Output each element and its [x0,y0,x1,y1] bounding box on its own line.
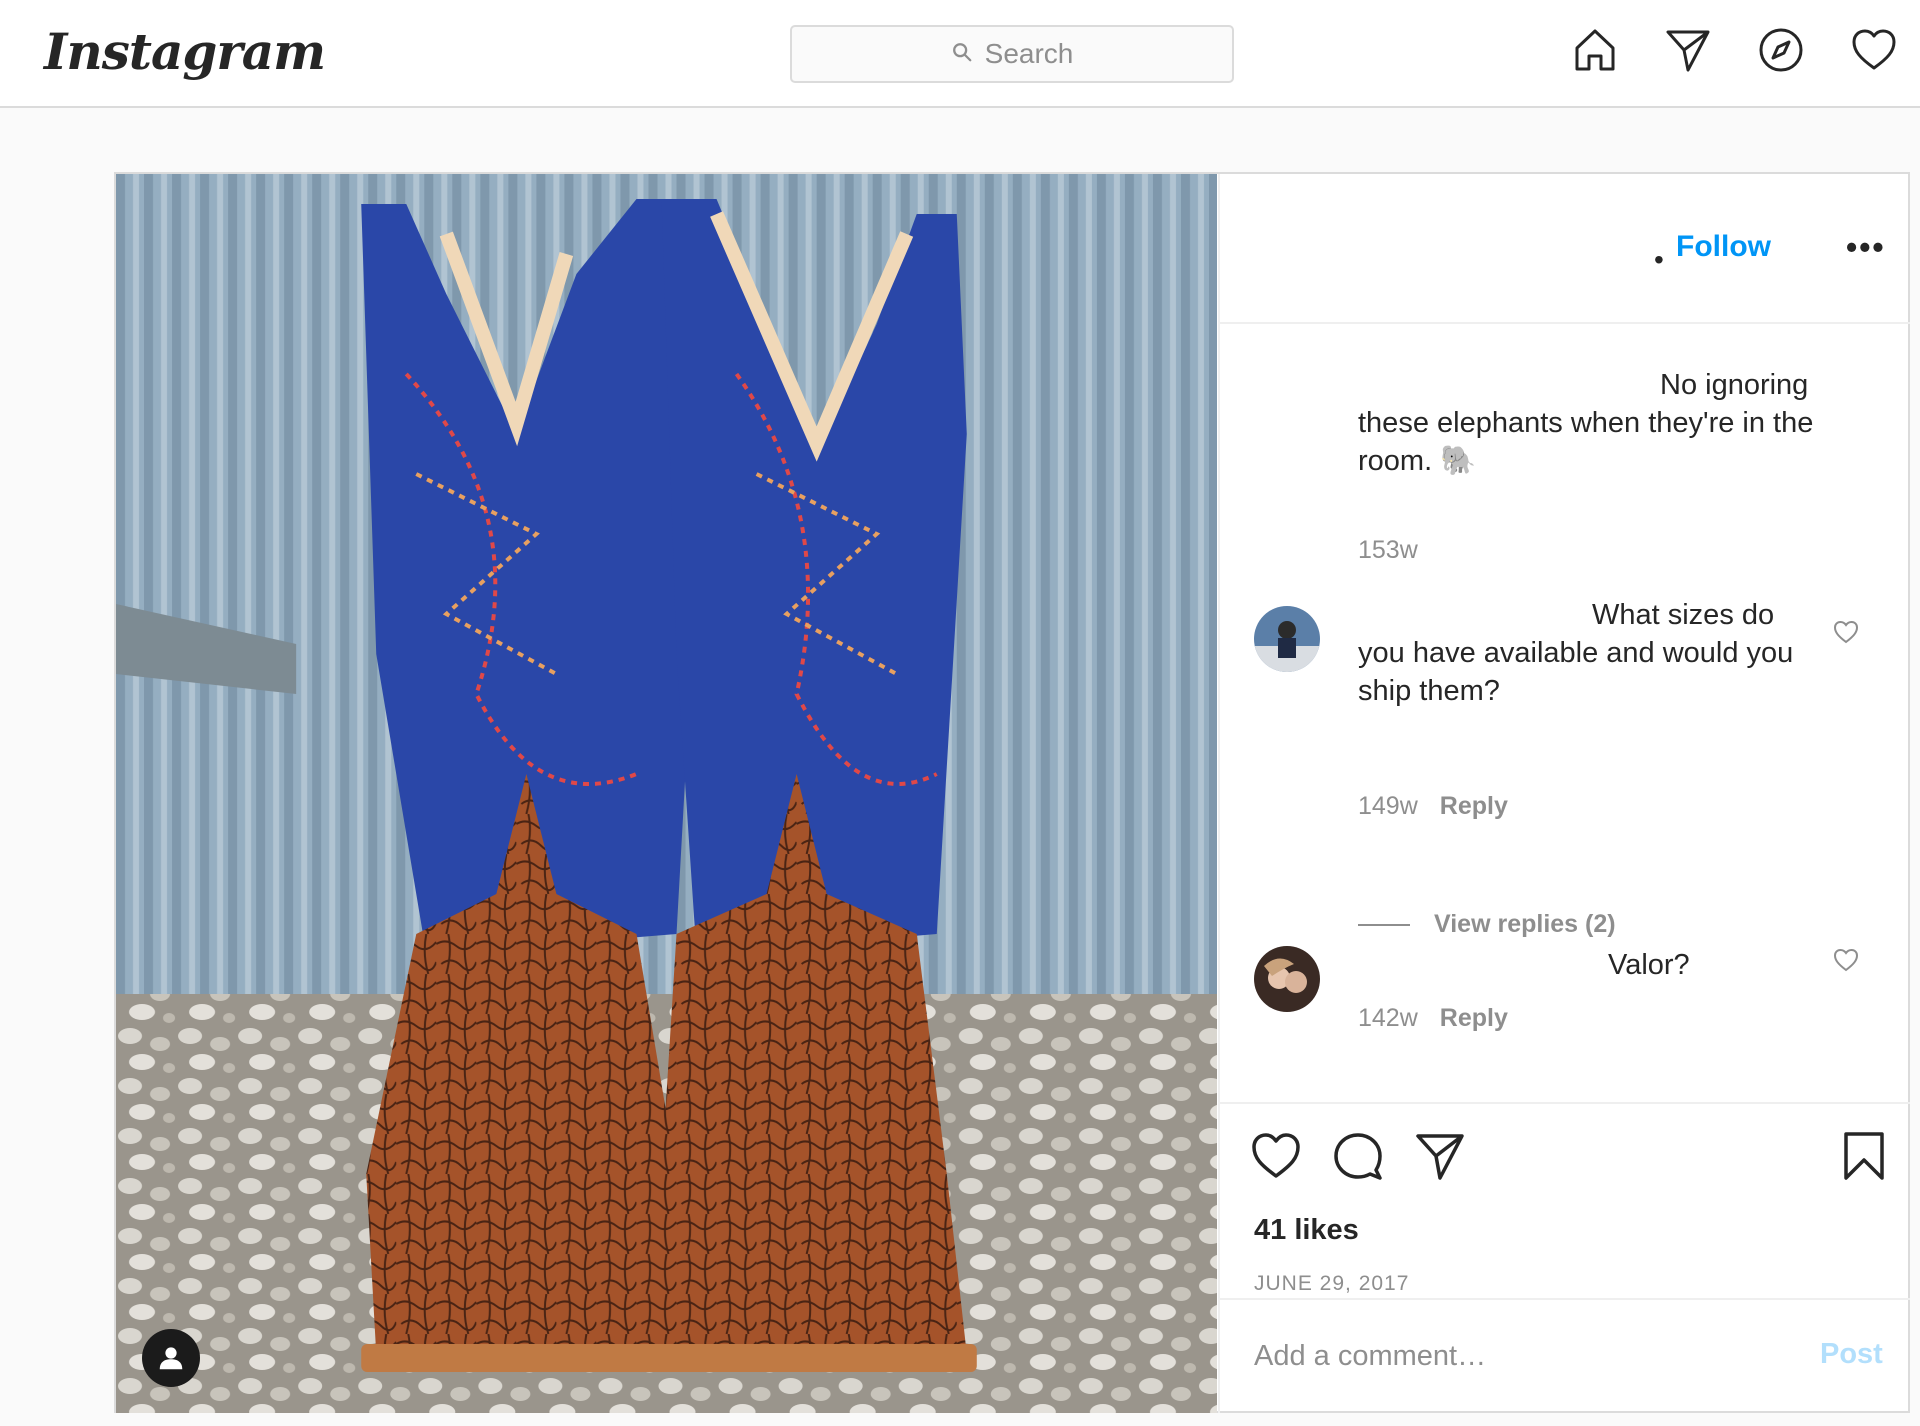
comment-text: Valor? [1358,946,1798,984]
post-comment-button[interactable]: Post [1820,1338,1883,1371]
comment-text-rest: you have available and would you ship th… [1358,637,1794,707]
activity-heart-icon[interactable] [1850,26,1898,74]
home-icon[interactable] [1571,26,1619,74]
comments-list[interactable]: No ignoring these elephants when they're… [1220,326,1910,1074]
search-box[interactable]: Search [790,25,1234,83]
reply-button[interactable]: Reply [1440,1004,1508,1032]
comment-like-heart-icon[interactable] [1832,946,1860,974]
caption-line-1: No ignoring [1660,369,1809,401]
post-sidebar: • Follow ••• No ignoring these elephants… [1218,174,1910,1413]
post-photo[interactable] [116,174,1217,1413]
header-dot-separator: • [1654,244,1664,275]
view-replies-label: View replies (2) [1434,910,1616,938]
comment-text-line-1: What sizes do [1592,599,1775,631]
comment-age: 142w [1358,1004,1418,1032]
comment-bubble-icon[interactable] [1332,1130,1384,1182]
top-navigation-bar: Instagram Search [0,0,1920,108]
comment-age: 149w [1358,792,1418,820]
comment-meta: 149w Reply [1358,792,1508,821]
post-date[interactable]: JUNE 29, 2017 [1254,1272,1409,1296]
save-bookmark-icon[interactable] [1838,1130,1890,1182]
search-placeholder: Search [984,38,1074,69]
commenter-avatar[interactable] [1254,946,1320,1012]
share-paper-plane-icon[interactable] [1414,1130,1466,1182]
caption-text: these elephants when they're in the room… [1358,407,1814,477]
add-comment-input[interactable] [1254,1330,1774,1382]
post-actions: 41 likes JUNE 29, 2017 [1220,1102,1910,1295]
search-icon [951,38,973,70]
nav-icon-group [1571,26,1898,74]
comment-text: What sizes do you have available and wou… [1358,596,1798,710]
caption-timestamp: 153w [1358,536,1418,565]
more-options-icon[interactable]: ••• [1846,231,1886,263]
comment-like-heart-icon[interactable] [1832,618,1860,646]
caption-age: 153w [1358,536,1418,564]
view-replies-button[interactable]: View replies (2) [1358,910,1616,939]
explore-icon[interactable] [1757,26,1805,74]
add-comment-bar: Post [1220,1298,1910,1413]
instagram-logo[interactable]: Instagram [44,22,326,81]
direct-message-icon[interactable] [1664,26,1712,74]
like-count[interactable]: 41 likes [1254,1214,1359,1247]
comment-text-line-1: Valor? [1608,949,1690,981]
commenter-avatar[interactable] [1254,606,1320,672]
tagged-user-icon[interactable] [142,1329,200,1387]
comment-meta: 142w Reply [1358,1004,1508,1033]
like-heart-icon[interactable] [1250,1130,1302,1182]
post-header: • Follow ••• [1220,174,1910,324]
follow-button[interactable]: Follow [1676,230,1771,264]
reply-button[interactable]: Reply [1440,792,1508,820]
post-card: • Follow ••• No ignoring these elephants… [114,172,1910,1413]
post-caption: No ignoring these elephants when they're… [1358,366,1878,484]
view-replies-divider [1358,923,1410,926]
